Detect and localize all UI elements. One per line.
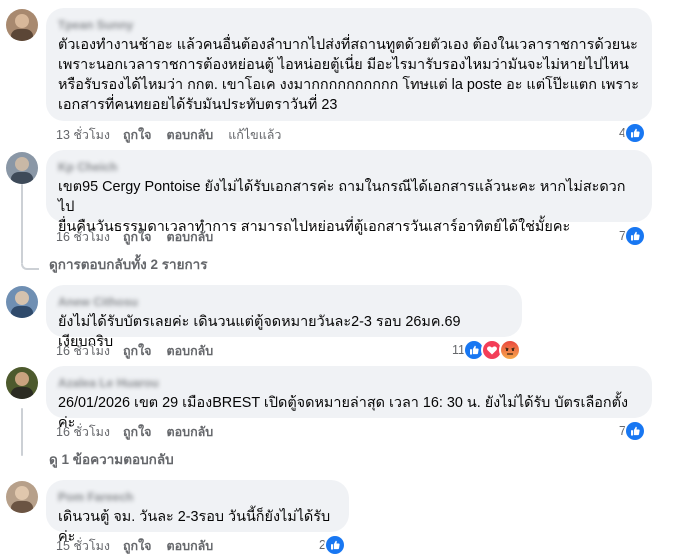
avatar[interactable]	[6, 286, 38, 318]
avatar[interactable]	[6, 152, 38, 184]
comment-bubble: Kp Cheich เขต95 Cergy Pontoise ยังไม่ได้…	[46, 150, 652, 235]
thread-line	[21, 184, 23, 264]
comment-time[interactable]: 16 ชั่วโมง	[56, 229, 110, 245]
view-replies-link[interactable]: ดู 1 ข้อความตอบกลับ	[49, 451, 174, 469]
comment-bubble: Pom Fareech เดินวนตู้ จม. วันละ 2-3รอบ ว…	[46, 480, 349, 545]
comment-time[interactable]: 16 ชั่วโมง	[56, 343, 110, 359]
comment-author[interactable]: Kp Cheich	[58, 159, 117, 175]
reaction-summary[interactable]: 7	[619, 420, 646, 442]
reply-button[interactable]: ตอบกลับ	[167, 424, 214, 440]
comment-actions: 16 ชั่วโมง ถูกใจ ตอบกลับ	[56, 343, 228, 359]
comment-time[interactable]: 15 ชั่วโมง	[56, 538, 110, 554]
comment-actions: 15 ชั่วโมง ถูกใจ ตอบกลับ	[56, 538, 228, 554]
comment-time[interactable]: 16 ชั่วโมง	[56, 424, 110, 440]
like-icon	[623, 225, 646, 247]
reaction-summary[interactable]: 4	[619, 122, 646, 144]
avatar[interactable]	[6, 9, 38, 41]
like-icon	[623, 122, 646, 144]
thread-line	[21, 408, 23, 456]
comment-author[interactable]: Pom Fareech	[58, 489, 133, 505]
thread-line	[21, 264, 39, 270]
comment-actions: 13 ชั่วโมง ถูกใจ ตอบกลับ แก้ไขแล้ว	[56, 127, 294, 143]
avatar[interactable]	[6, 367, 38, 399]
edited-label[interactable]: แก้ไขแล้ว	[228, 127, 281, 143]
comment-text: ตัวเองทำงานช้าอะ แล้วคนอื่นต้องลำบากไปส่…	[58, 37, 639, 113]
like-button[interactable]: ถูกใจ	[123, 538, 152, 554]
like-icon	[623, 420, 646, 442]
reaction-summary[interactable]: 7	[619, 225, 646, 247]
like-button[interactable]: ถูกใจ	[123, 343, 152, 359]
reaction-summary[interactable]: 2	[319, 534, 346, 556]
reply-button[interactable]: ตอบกลับ	[167, 127, 214, 143]
comment-bubble: Tpean Sunny ตัวเองทำงานช้าอะ แล้วคนอื่นต…	[46, 8, 652, 121]
reply-button[interactable]: ตอบกลับ	[167, 538, 214, 554]
angry-icon	[498, 339, 521, 361]
reaction-summary[interactable]: 11	[452, 339, 521, 361]
reply-button[interactable]: ตอบกลับ	[167, 229, 214, 245]
avatar[interactable]	[6, 481, 38, 513]
view-replies-link[interactable]: ดูการตอบกลับทั้ง 2 รายการ	[49, 256, 207, 274]
reply-button[interactable]: ตอบกลับ	[167, 343, 214, 359]
comment-bubble: Anew Cithosu ยังไม่ได้รับบัตรเลยค่ะ เดิน…	[46, 285, 522, 350]
comment-author[interactable]: Azalea Le Huarou	[58, 375, 159, 391]
comment-text: เขต95 Cergy Pontoise ยังไม่ได้รับเอกสารค…	[58, 179, 626, 235]
like-button[interactable]: ถูกใจ	[123, 127, 152, 143]
comment-author[interactable]: Tpean Sunny	[58, 17, 133, 33]
like-button[interactable]: ถูกใจ	[123, 424, 152, 440]
comment-time[interactable]: 13 ชั่วโมง	[56, 127, 110, 143]
like-icon	[323, 534, 346, 556]
like-button[interactable]: ถูกใจ	[123, 229, 152, 245]
comment-actions: 16 ชั่วโมง ถูกใจ ตอบกลับ	[56, 424, 228, 440]
comment-author[interactable]: Anew Cithosu	[58, 294, 138, 310]
comment-actions: 16 ชั่วโมง ถูกใจ ตอบกลับ	[56, 229, 228, 245]
comment-bubble: Azalea Le Huarou 26/01/2026 เขต 29 เมือง…	[46, 366, 652, 431]
